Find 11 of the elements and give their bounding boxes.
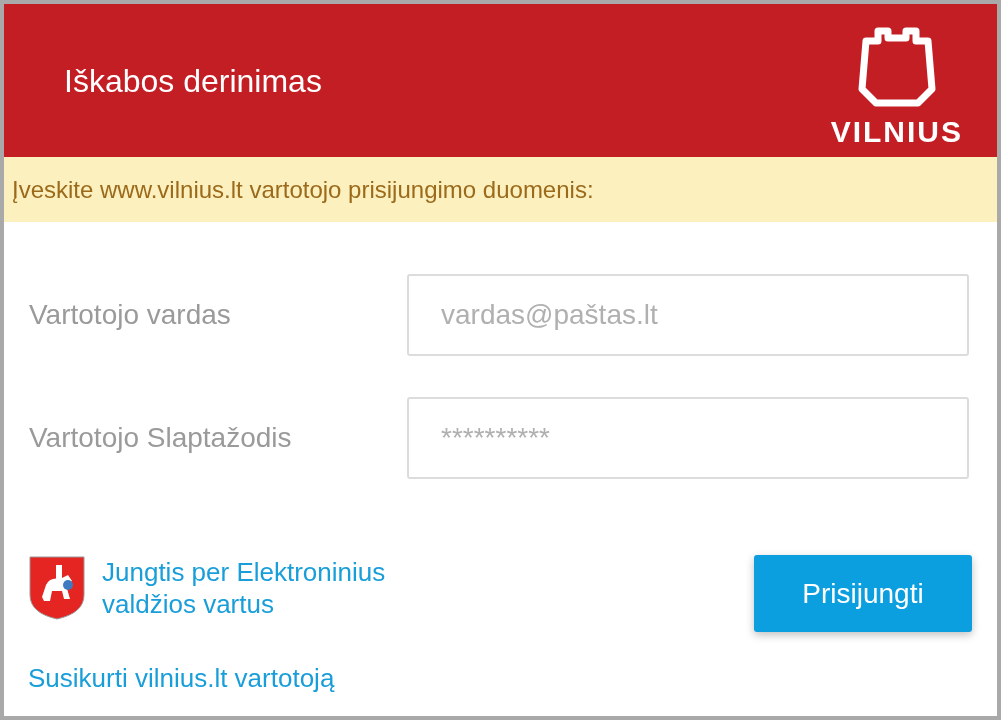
- logo-text: VILNIUS: [830, 116, 963, 147]
- notice-text: Įveskite www.vilnius.lt vartotojo prisijungimo duomenis:: [12, 174, 594, 205]
- coat-of-arms-icon: [28, 555, 86, 621]
- egov-link[interactable]: Jungtis per Elektroninius valdžios vartus: [102, 556, 442, 620]
- input-field[interactable]: **********: [407, 397, 969, 479]
- field-label: Vartotojo vardas: [29, 298, 231, 332]
- input-field[interactable]: vardas@paštas.lt: [407, 274, 969, 356]
- register-link[interactable]: Susikurti vilnius.lt vartotoją: [28, 659, 442, 698]
- window-title: Iškabos derinimas: [64, 61, 322, 101]
- login-button[interactable]: Prisijungti: [754, 555, 972, 632]
- field-label: Vartotojo Slaptažodis: [29, 421, 292, 455]
